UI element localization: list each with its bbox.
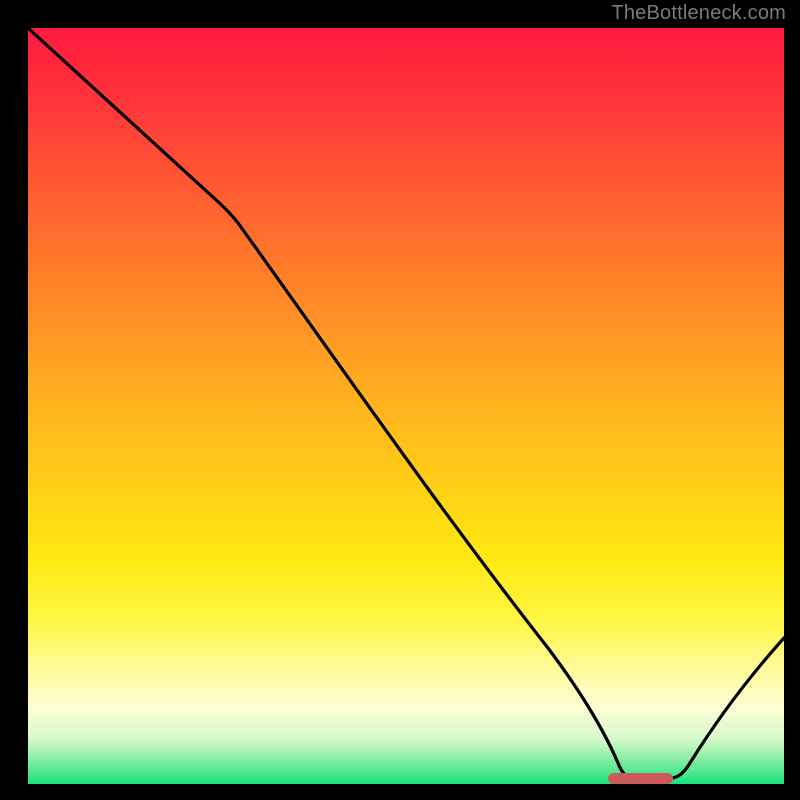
plot-area (28, 28, 784, 784)
curve-layer (28, 28, 784, 784)
bottleneck-curve (28, 28, 784, 779)
chart-frame: TheBottleneck.com (0, 0, 800, 800)
watermark-text: TheBottleneck.com (611, 2, 786, 25)
optimal-range-marker (608, 773, 673, 784)
